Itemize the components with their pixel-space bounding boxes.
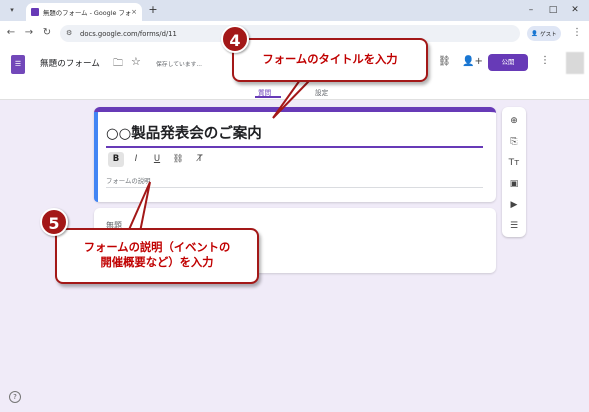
browser-tab-title: 無題のフォーム - Google フォーム	[43, 8, 132, 17]
italic-button[interactable]: I	[128, 152, 144, 167]
title-underline	[106, 146, 483, 148]
close-window-icon[interactable]: ✕	[567, 3, 583, 17]
import-icon[interactable]: ⎘	[502, 134, 526, 150]
site-info-icon[interactable]: ⚙	[66, 29, 75, 38]
insert-link-icon[interactable]: ⛓	[170, 152, 186, 167]
active-tab-indicator	[255, 96, 281, 98]
add-question-icon[interactable]: ⊕	[502, 113, 526, 129]
url-text: docs.google.com/forms/d/11	[80, 29, 177, 38]
link-icon[interactable]: ⛓	[438, 56, 451, 67]
star-icon[interactable]: ☆	[131, 55, 141, 68]
callout-step5-line2: 開催概要など）を入力	[100, 256, 214, 269]
form-description-input[interactable]: フォームの説明	[106, 176, 151, 185]
avatar[interactable]	[566, 52, 584, 74]
browser-tab[interactable]: 無題のフォーム - Google フォーム ×	[26, 3, 142, 21]
guest-label: ゲスト	[540, 31, 557, 38]
step-number-4: 4	[221, 25, 249, 53]
form-name[interactable]: 無題のフォーム	[40, 57, 100, 69]
bold-button[interactable]: B	[108, 152, 124, 167]
tab-settings[interactable]: 設定	[315, 87, 328, 97]
video-icon[interactable]: ▶	[502, 197, 526, 213]
profile-button[interactable]: 👤 ゲスト	[527, 26, 561, 41]
image-icon[interactable]: ▣	[502, 176, 526, 192]
callout-step4-text: フォームのタイトルを入力	[262, 53, 398, 66]
back-icon[interactable]: ←	[4, 26, 18, 40]
add-person-icon[interactable]: 👤+	[462, 56, 483, 67]
underline-button[interactable]: U	[149, 152, 165, 167]
profile-icon: 👤	[531, 30, 539, 37]
forms-icon[interactable]: ☰	[11, 55, 25, 74]
help-icon[interactable]: ?	[9, 391, 21, 403]
section-icon[interactable]: ☰	[502, 218, 526, 234]
publish-button[interactable]: 公開	[488, 54, 528, 71]
tab-close-icon[interactable]: ×	[131, 8, 137, 16]
folder-icon[interactable]: 🗀	[113, 56, 123, 73]
active-card-indicator	[94, 112, 98, 202]
maximize-icon[interactable]: □	[545, 3, 561, 17]
saving-status: 保存しています...	[156, 62, 202, 68]
callout-step4: フォームのタイトルを入力	[232, 38, 428, 82]
form-title-input[interactable]: ○○製品発表会のご案内	[106, 122, 262, 143]
description-underline	[106, 187, 483, 188]
callout-step5: フォームの説明（イベントの 開催概要など）を入力	[55, 228, 259, 284]
new-tab-button[interactable]: +	[146, 3, 160, 17]
more-options-icon[interactable]: ⋮	[540, 55, 550, 66]
forward-icon[interactable]: →	[22, 26, 36, 40]
callout-step5-line1: フォームの説明（イベントの	[83, 241, 231, 254]
clear-format-icon[interactable]: T̸	[192, 152, 208, 167]
minimize-icon[interactable]: –	[523, 3, 539, 17]
reload-icon[interactable]: ↻	[40, 26, 54, 40]
step-number-5: 5	[40, 208, 68, 236]
tab-search-icon[interactable]: ▾	[6, 4, 18, 16]
title-icon[interactable]: Tт	[502, 155, 526, 171]
browser-menu-icon[interactable]: ⋮	[570, 26, 584, 40]
forms-favicon-icon	[31, 8, 39, 16]
